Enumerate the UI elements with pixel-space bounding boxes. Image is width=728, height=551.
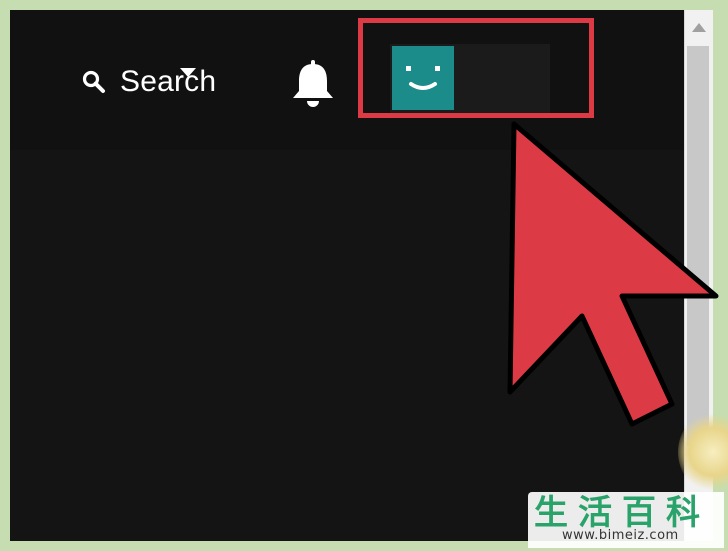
- app-screen: Search: [10, 10, 684, 541]
- profile-menu-button[interactable]: [390, 44, 550, 114]
- watermark-char: 生: [534, 493, 568, 533]
- bell-icon: [288, 60, 338, 114]
- watermark-char: 百: [622, 493, 656, 533]
- image-frame: Search 生 活 百 科 www.bimeiz.com: [0, 0, 728, 551]
- search-label: Search: [120, 65, 217, 98]
- scrollbar-thumb[interactable]: [687, 46, 709, 446]
- notifications-button[interactable]: [288, 58, 338, 110]
- search-icon: [82, 70, 106, 94]
- top-navigation-bar: Search: [10, 10, 684, 150]
- scroll-up-arrow-icon[interactable]: [689, 18, 709, 38]
- watermark-characters: 生 活 百 科: [534, 494, 700, 532]
- caret-down-icon[interactable]: [178, 66, 198, 80]
- watermark: 生 活 百 科 www.bimeiz.com: [528, 492, 724, 548]
- watermark-char: 科: [666, 493, 700, 533]
- watermark-char: 活: [578, 493, 612, 533]
- smiley-avatar-icon: [392, 46, 454, 110]
- watermark-url: www.bimeiz.com: [562, 528, 679, 543]
